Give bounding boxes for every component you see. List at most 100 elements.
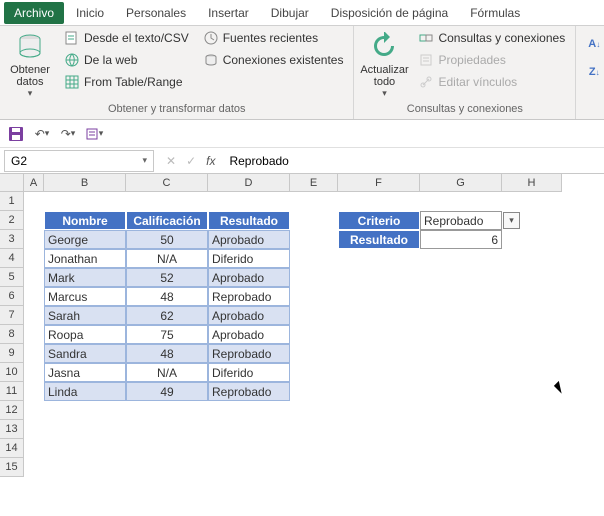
tab-disposicion[interactable]: Disposición de página [321,2,458,24]
col-header-D[interactable]: D [208,174,290,192]
group-label-consultas: Consultas y conexiones [360,101,569,117]
row-header-10[interactable]: 10 [0,363,24,382]
sort-asc-icon: A↓ [586,36,602,52]
qat-extra-button[interactable]: ▾ [84,124,104,144]
group-label-obtener: Obtener y transformar datos [6,101,347,117]
tab-personales[interactable]: Personales [116,2,196,24]
select-all-cells[interactable] [0,174,24,192]
table-cell[interactable]: 50 [126,230,208,249]
tab-archivo[interactable]: Archivo [4,2,64,24]
row-header-4[interactable]: 4 [0,249,24,268]
tab-inicio[interactable]: Inicio [66,2,114,24]
table-cell[interactable]: Aprobado [208,306,290,325]
row-header-13[interactable]: 13 [0,420,24,439]
table-cell[interactable]: Reprobado [208,287,290,306]
grid: ABCDEFGH 123456789101112131415 NombreCal… [0,174,604,494]
table-cell[interactable]: 49 [126,382,208,401]
sort-desc-button[interactable]: Z↓ [582,62,604,82]
ribbon-tabs: Archivo Inicio Personales Insertar Dibuj… [0,0,604,26]
col-header-C[interactable]: C [126,174,208,192]
col-header-B[interactable]: B [44,174,126,192]
row-header-9[interactable]: 9 [0,344,24,363]
row-header-7[interactable]: 7 [0,306,24,325]
resultado-value-cell[interactable]: 6 [420,230,502,249]
row-header-14[interactable]: 14 [0,439,24,458]
row-header-3[interactable]: 3 [0,230,24,249]
row-header-5[interactable]: 5 [0,268,24,287]
table-cell[interactable]: Mark [44,268,126,287]
quick-access-toolbar: ↶▾ ↷▾ ▾ [0,120,604,148]
group-sort: A↓ Z↓ [576,26,604,119]
table-header: Calificación [126,211,208,230]
table-cell[interactable]: 75 [126,325,208,344]
fuentes-recientes-button[interactable]: Fuentes recientes [199,28,348,48]
fx-button[interactable]: fx [206,154,215,168]
row-header-6[interactable]: 6 [0,287,24,306]
connection-icon [203,52,219,68]
actualizar-todo-button[interactable]: Actualizar todo ▾ [360,28,408,101]
database-icon [14,30,46,62]
table-cell[interactable]: Linda [44,382,126,401]
table-cell[interactable]: Reprobado [208,344,290,363]
table-cell[interactable]: Aprobado [208,325,290,344]
table-cell[interactable]: 48 [126,344,208,363]
row-header-15[interactable]: 15 [0,458,24,477]
table-cell[interactable]: Diferido [208,249,290,268]
name-box-input[interactable] [11,154,142,168]
table-cell[interactable]: N/A [126,363,208,382]
col-header-H[interactable]: H [502,174,562,192]
row-header-11[interactable]: 11 [0,382,24,401]
criterio-dropdown-button[interactable]: ▾ [503,212,520,229]
row-header-2[interactable]: 2 [0,211,24,230]
table-cell[interactable]: Sandra [44,344,126,363]
table-cell[interactable]: Jonathan [44,249,126,268]
undo-button[interactable]: ↶▾ [32,124,52,144]
table-cell[interactable]: Marcus [44,287,126,306]
table-cell[interactable]: Aprobado [208,230,290,249]
ribbon: Obtener datos ▾ Desde el texto/CSV De la… [0,26,604,120]
properties-icon [418,52,434,68]
de-la-web-button[interactable]: De la web [60,50,193,70]
actualizar-label: Actualizar todo [360,64,408,88]
confirm-formula-button[interactable]: ✓ [186,154,196,168]
row-header-12[interactable]: 12 [0,401,24,420]
consultas-conexiones-button[interactable]: Consultas y conexiones [414,28,569,48]
table-cell[interactable]: Reprobado [208,382,290,401]
col-header-E[interactable]: E [290,174,338,192]
table-cell[interactable]: Sarah [44,306,126,325]
table-cell[interactable]: Diferido [208,363,290,382]
save-button[interactable] [6,124,26,144]
sort-asc-button[interactable]: A↓ [582,34,604,54]
cancel-formula-button[interactable]: ✕ [166,154,176,168]
formula-input[interactable] [223,154,604,168]
table-cell[interactable]: 48 [126,287,208,306]
tab-insertar[interactable]: Insertar [198,2,259,24]
from-table-button[interactable]: From Table/Range [60,72,193,92]
chevron-down-icon[interactable]: ▾ [142,155,147,166]
col-header-G[interactable]: G [420,174,502,192]
table-header: Resultado [208,211,290,230]
criterio-header: Criterio [338,211,420,230]
edit-links-icon [418,74,434,90]
tab-formulas[interactable]: Fórmulas [460,2,530,24]
row-header-8[interactable]: 8 [0,325,24,344]
propiedades-button: Propiedades [414,50,569,70]
obtener-datos-button[interactable]: Obtener datos ▾ [6,28,54,101]
table-cell[interactable]: Jasna [44,363,126,382]
table-cell[interactable]: George [44,230,126,249]
table-cell[interactable]: 62 [126,306,208,325]
tab-dibujar[interactable]: Dibujar [261,2,319,24]
table-cell[interactable]: Aprobado [208,268,290,287]
row-header-1[interactable]: 1 [0,192,24,211]
editar-vinculos-button: Editar vínculos [414,72,569,92]
col-header-A[interactable]: A [24,174,44,192]
desde-csv-button[interactable]: Desde el texto/CSV [60,28,193,48]
conexiones-existentes-button[interactable]: Conexiones existentes [199,50,348,70]
table-cell[interactable]: Roopa [44,325,126,344]
criterio-value-cell[interactable]: Reprobado [420,211,502,230]
redo-button[interactable]: ↷▾ [58,124,78,144]
name-box[interactable]: ▾ [4,150,154,172]
table-cell[interactable]: N/A [126,249,208,268]
table-cell[interactable]: 52 [126,268,208,287]
col-header-F[interactable]: F [338,174,420,192]
